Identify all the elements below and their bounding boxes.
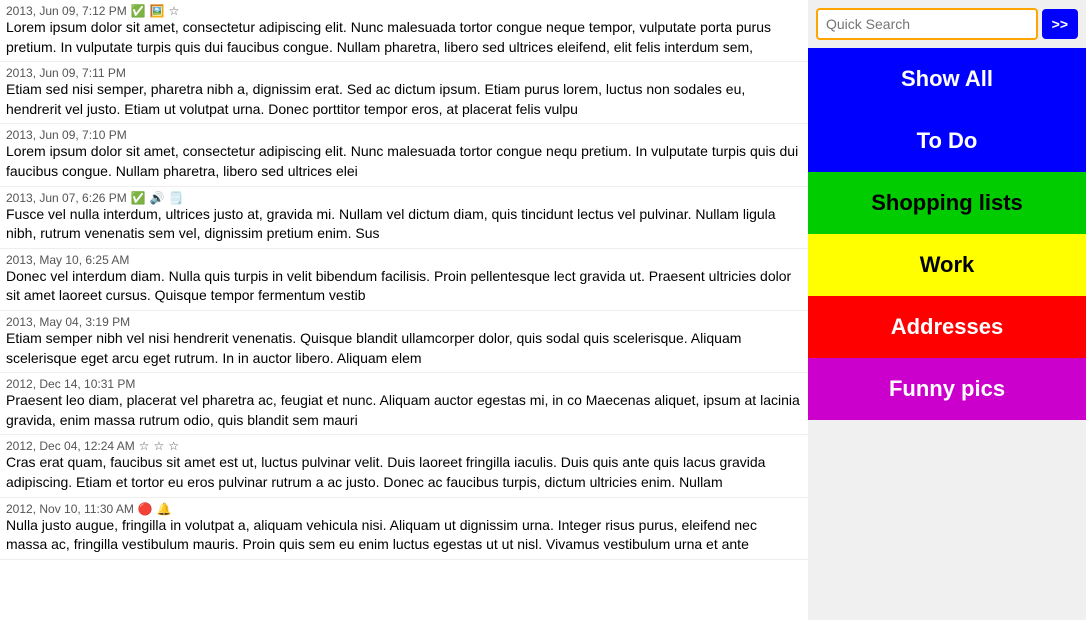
notes-list: 2013, Jun 09, 7:12 PM ✅🖼️☆Lorem ipsum do… <box>0 0 808 620</box>
category-btn-todo[interactable]: To Do <box>808 110 1086 172</box>
search-bar: >> <box>808 0 1086 48</box>
list-item[interactable]: 2012, Dec 04, 12:24 AM ☆☆☆Cras erat quam… <box>0 435 808 497</box>
list-item-icon: 🔴 <box>138 502 153 516</box>
list-item-text: Etiam semper nibh vel nisi hendrerit ven… <box>6 329 802 368</box>
list-item-text: Lorem ipsum dolor sit amet, consectetur … <box>6 18 802 57</box>
list-item-icon: ✅ <box>131 4 146 18</box>
list-item-date: 2013, May 04, 3:19 PM <box>6 315 802 329</box>
list-item-text: Fusce vel nulla interdum, ultrices justo… <box>6 205 802 244</box>
right-panel: >> Show AllTo DoShopping listsWorkAddres… <box>808 0 1086 620</box>
list-item-text: Cras erat quam, faucibus sit amet est ut… <box>6 453 802 492</box>
list-item-text: Praesent leo diam, placerat vel pharetra… <box>6 391 802 430</box>
list-item-date: 2012, Dec 14, 10:31 PM <box>6 377 802 391</box>
list-item-icon: ✅ <box>131 191 146 205</box>
list-item[interactable]: 2013, Jun 09, 7:12 PM ✅🖼️☆Lorem ipsum do… <box>0 0 808 62</box>
list-item-text: Nulla justo augue, fringilla in volutpat… <box>6 516 802 555</box>
list-item[interactable]: 2013, May 04, 3:19 PMEtiam semper nibh v… <box>0 311 808 373</box>
list-item-icon: ☆ <box>168 439 179 453</box>
list-item-text: Donec vel interdum diam. Nulla quis turp… <box>6 267 802 306</box>
list-item-icon: ☆ <box>169 4 180 18</box>
list-item-icon: ☆ <box>154 439 165 453</box>
list-item[interactable]: 2013, Jun 09, 7:11 PMEtiam sed nisi semp… <box>0 62 808 124</box>
list-item-icon: 🗒️ <box>169 191 184 205</box>
list-item[interactable]: 2012, Dec 14, 10:31 PMPraesent leo diam,… <box>0 373 808 435</box>
list-item[interactable]: 2013, Jun 07, 6:26 PM ✅🔊🗒️Fusce vel null… <box>0 187 808 249</box>
list-item-icon: 🔔 <box>157 502 172 516</box>
list-item-date: 2012, Nov 10, 11:30 AM 🔴🔔 <box>6 502 802 516</box>
list-item-date: 2013, Jun 07, 6:26 PM ✅🔊🗒️ <box>6 191 802 205</box>
list-item-date: 2012, Dec 04, 12:24 AM ☆☆☆ <box>6 439 802 453</box>
list-item-date: 2013, May 10, 6:25 AM <box>6 253 802 267</box>
list-item[interactable]: 2013, Jun 09, 7:10 PMLorem ipsum dolor s… <box>0 124 808 186</box>
category-btn-funny[interactable]: Funny pics <box>808 358 1086 420</box>
list-item[interactable]: 2013, May 10, 6:25 AMDonec vel interdum … <box>0 249 808 311</box>
list-item-icon: 🖼️ <box>150 4 165 18</box>
category-btn-addresses[interactable]: Addresses <box>808 296 1086 358</box>
list-item-date: 2013, Jun 09, 7:12 PM ✅🖼️☆ <box>6 4 802 18</box>
category-btn-show-all[interactable]: Show All <box>808 48 1086 110</box>
list-item-icon: 🔊 <box>150 191 165 205</box>
category-btn-shopping[interactable]: Shopping lists <box>808 172 1086 234</box>
list-item-date: 2013, Jun 09, 7:10 PM <box>6 128 802 142</box>
list-item[interactable]: 2012, Nov 10, 11:30 AM 🔴🔔Nulla justo aug… <box>0 498 808 560</box>
categories-list: Show AllTo DoShopping listsWorkAddresses… <box>808 48 1086 420</box>
list-item-icon: ☆ <box>139 439 150 453</box>
search-button[interactable]: >> <box>1042 9 1078 39</box>
search-input[interactable] <box>816 8 1038 40</box>
list-item-date: 2013, Jun 09, 7:11 PM <box>6 66 802 80</box>
list-item-text: Etiam sed nisi semper, pharetra nibh a, … <box>6 80 802 119</box>
list-item-text: Lorem ipsum dolor sit amet, consectetur … <box>6 142 802 181</box>
category-btn-work[interactable]: Work <box>808 234 1086 296</box>
